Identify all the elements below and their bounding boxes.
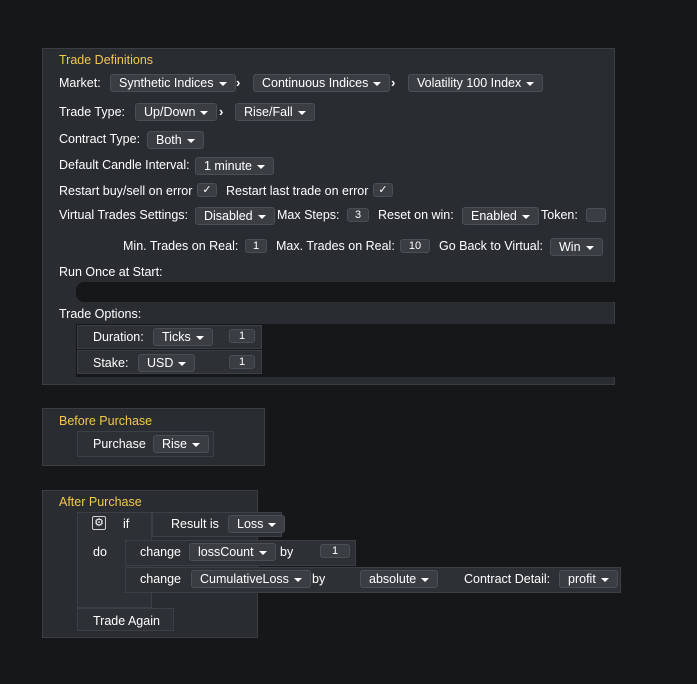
losscount-variable-value: lossCount — [198, 545, 254, 559]
chevron-down-icon — [186, 138, 195, 143]
contract-category-value: Rise/Fall — [244, 105, 293, 119]
after-purchase-title: After Purchase — [59, 495, 142, 509]
losscount-value-input[interactable]: 1 — [320, 544, 350, 558]
result-is-label: Result is — [171, 517, 219, 531]
chevron-right-icon: › — [219, 104, 224, 119]
chevron-down-icon — [178, 361, 187, 366]
stake-value-input[interactable]: 1 — [229, 355, 255, 369]
chevron-down-icon — [373, 81, 382, 86]
restart-last-trade-label: Restart last trade on error — [226, 184, 369, 198]
change-label: change — [140, 545, 182, 559]
by-label: by — [280, 545, 294, 559]
chevron-right-icon: › — [236, 75, 241, 90]
result-value: Loss — [237, 517, 264, 531]
chevron-down-icon — [195, 335, 204, 340]
submarket-dropdown-value: Continuous Indices — [262, 76, 369, 90]
restart-buy-sell-checkbox[interactable]: ✓ — [197, 183, 217, 197]
chevron-down-icon — [257, 214, 266, 219]
virtual-trades-value: Disabled — [204, 209, 253, 223]
run-once-label: Run Once at Start: — [59, 265, 163, 279]
chevron-down-icon — [526, 81, 535, 86]
virtual-trades-label: Virtual Trades Settings: — [59, 208, 189, 222]
math-function-value: absolute — [369, 572, 417, 586]
go-back-virtual-dropdown[interactable]: Win — [550, 238, 603, 256]
contract-type-label: Contract Type: — [59, 132, 141, 146]
candle-interval-dropdown[interactable]: 1 minute — [195, 157, 274, 175]
cumulativeloss-variable-dropdown[interactable]: CumulativeLoss — [191, 570, 311, 588]
if-label: if — [123, 517, 130, 531]
gear-icon[interactable]: ⚙ — [92, 516, 106, 530]
chevron-down-icon — [521, 214, 530, 219]
max-trades-real-input[interactable]: 10 — [400, 239, 430, 253]
max-steps-label: Max Steps: — [277, 208, 340, 222]
min-trades-real-label: Min. Trades on Real: — [123, 239, 239, 253]
chevron-right-icon: › — [391, 75, 396, 90]
chevron-down-icon — [218, 81, 227, 86]
duration-unit-dropdown[interactable]: Ticks — [153, 328, 213, 346]
contract-detail-value: profit — [568, 572, 596, 586]
token-input[interactable] — [586, 208, 606, 222]
max-steps-input[interactable]: 3 — [347, 208, 369, 222]
max-trades-real-label: Max. Trades on Real: — [276, 239, 395, 253]
duration-unit-value: Ticks — [162, 330, 191, 344]
by-label: by — [312, 572, 326, 586]
chevron-down-icon — [293, 577, 302, 582]
chevron-down-icon — [297, 110, 306, 115]
losscount-variable-dropdown[interactable]: lossCount — [189, 543, 276, 561]
cumulativeloss-variable-value: CumulativeLoss — [200, 572, 289, 586]
reset-on-win-value: Enabled — [471, 209, 517, 223]
virtual-trades-dropdown[interactable]: Disabled — [195, 207, 275, 225]
symbol-dropdown-value: Volatility 100 Index — [417, 76, 522, 90]
chevron-down-icon — [421, 577, 430, 582]
symbol-dropdown[interactable]: Volatility 100 Index — [408, 74, 544, 92]
candle-interval-label: Default Candle Interval: — [59, 158, 190, 172]
change-label: change — [140, 572, 182, 586]
trade-type-dropdown[interactable]: Up/Down — [135, 103, 218, 121]
trade-definitions-title: Trade Definitions — [59, 53, 154, 67]
duration-value-input[interactable]: 1 — [229, 329, 255, 343]
reset-on-win-label: Reset on win: — [378, 208, 454, 222]
chevron-down-icon — [268, 522, 277, 527]
chevron-down-icon — [585, 245, 594, 250]
reset-on-win-dropdown[interactable]: Enabled — [462, 207, 539, 225]
chevron-down-icon — [192, 442, 201, 447]
do-label: do — [93, 545, 107, 559]
chevron-down-icon — [258, 550, 267, 555]
currency-value: USD — [147, 356, 174, 370]
contract-category-dropdown[interactable]: Rise/Fall — [235, 103, 315, 121]
purchase-label: Purchase — [93, 437, 146, 451]
contract-detail-label: Contract Detail: — [464, 572, 551, 586]
market-dropdown[interactable]: Synthetic Indices — [110, 74, 236, 92]
stake-label: Stake: — [93, 356, 129, 370]
trade-type-label: Trade Type: — [59, 105, 126, 119]
contract-type-value: Both — [156, 133, 182, 147]
math-function-dropdown[interactable]: absolute — [360, 570, 439, 588]
token-label: Token: — [541, 208, 578, 222]
purchase-dropdown[interactable]: Rise — [153, 435, 210, 453]
candle-interval-value: 1 minute — [204, 159, 252, 173]
market-label: Market: — [59, 76, 101, 90]
restart-last-trade-checkbox[interactable]: ✓ — [373, 183, 393, 197]
before-purchase-title: Before Purchase — [59, 414, 153, 428]
chevron-down-icon — [200, 110, 209, 115]
submarket-dropdown[interactable]: Continuous Indices — [253, 74, 391, 92]
currency-dropdown[interactable]: USD — [138, 354, 196, 372]
purchase-value: Rise — [162, 437, 188, 451]
trade-options-label: Trade Options: — [59, 307, 142, 321]
trade-type-value: Up/Down — [144, 105, 196, 119]
go-back-virtual-value: Win — [559, 240, 581, 254]
contract-type-dropdown[interactable]: Both — [147, 131, 204, 149]
chevron-down-icon — [600, 577, 609, 582]
contract-detail-dropdown[interactable]: profit — [559, 570, 618, 588]
result-dropdown[interactable]: Loss — [228, 515, 286, 533]
min-trades-real-input[interactable]: 1 — [245, 239, 267, 253]
market-dropdown-value: Synthetic Indices — [119, 76, 214, 90]
trade-again-label: Trade Again — [93, 614, 160, 628]
run-once-slot[interactable] — [76, 282, 615, 302]
chevron-down-icon — [256, 164, 265, 169]
restart-buy-sell-label: Restart buy/sell on error — [59, 184, 193, 198]
go-back-virtual-label: Go Back to Virtual: — [439, 239, 543, 253]
duration-label: Duration: — [93, 330, 144, 344]
